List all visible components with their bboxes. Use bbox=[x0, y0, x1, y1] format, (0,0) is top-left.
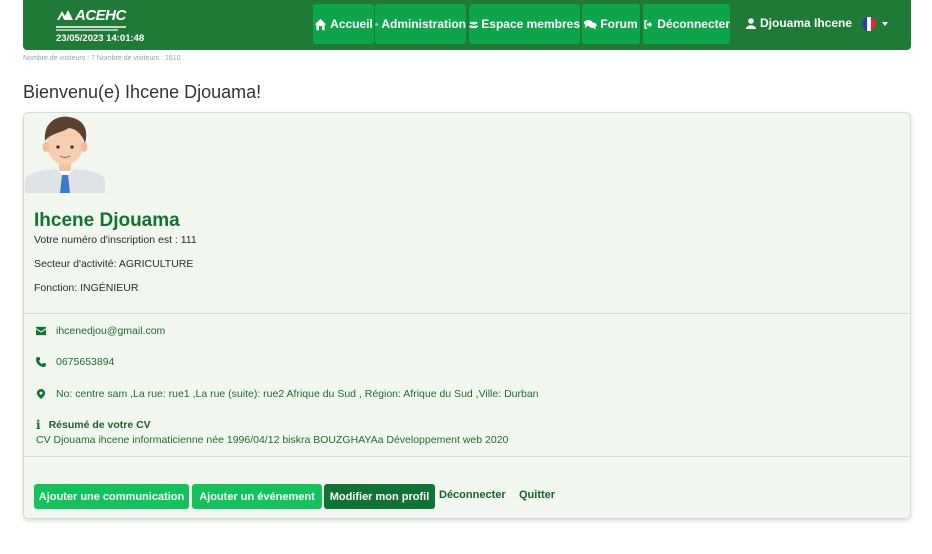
newspaper-icon bbox=[375, 22, 379, 26]
email-value: ihcenedjou@gmail.com bbox=[56, 325, 166, 337]
logo-tagline-line bbox=[56, 29, 118, 31]
nav-forum-label: Forum bbox=[600, 17, 638, 31]
user-name: Djouama Ihcene bbox=[760, 16, 853, 30]
logo-tagline-line bbox=[56, 26, 126, 28]
address-value: No: centre sam ,La rue: rue1 ,La rue (su… bbox=[56, 388, 539, 400]
nav-administration-label: Administration bbox=[381, 17, 466, 31]
avatar bbox=[25, 116, 105, 193]
edit-profile-button[interactable]: Modifier mon profil bbox=[324, 484, 435, 509]
add-communication-button[interactable]: Ajouter une communication bbox=[34, 484, 189, 509]
top-navbar: ACEHC 23/05/2023 14:01:48 Accueil Admini… bbox=[23, 0, 911, 50]
visitor-counter: Nombre de visiteurs : 7 Nombre de visite… bbox=[23, 55, 181, 62]
divider bbox=[24, 456, 910, 457]
registration-number: Votre numéro d'inscription est : 111 bbox=[34, 234, 197, 246]
logo: ACEHC bbox=[56, 6, 166, 24]
nav-members-button[interactable]: Espace membres bbox=[469, 4, 580, 44]
logo-text: ACEHC bbox=[75, 6, 126, 24]
user-menu-link[interactable]: Djouama Ihcene bbox=[746, 16, 852, 30]
nav-members-label: Espace membres bbox=[481, 17, 580, 31]
nav-home-label: Accueil bbox=[330, 17, 373, 31]
profile-full-name: Ihcene Djouama bbox=[34, 210, 180, 231]
logo-icon bbox=[57, 10, 73, 20]
french-flag-icon bbox=[862, 17, 876, 31]
nav-logout-button[interactable]: Déconnecter bbox=[643, 4, 730, 44]
phone-value: 0675653894 bbox=[56, 356, 115, 368]
sign-out-icon bbox=[644, 19, 653, 29]
divider bbox=[24, 313, 910, 314]
brand[interactable]: ACEHC 23/05/2023 14:01:48 bbox=[56, 6, 166, 46]
info-icon: i bbox=[36, 418, 41, 432]
email-row: ihcenedjou@gmail.com bbox=[36, 325, 165, 337]
phone-row: 0675653894 bbox=[36, 356, 114, 368]
cv-summary-title: Résumé de votre CV bbox=[48, 419, 151, 431]
users-icon bbox=[469, 21, 479, 28]
add-event-button[interactable]: Ajouter un événement bbox=[192, 484, 322, 509]
caret-down-icon bbox=[882, 22, 888, 26]
cv-summary-heading: i Résumé de votre CV bbox=[36, 418, 151, 432]
page-title: Bienvenu(e) Ihcene Djouama! bbox=[23, 82, 262, 102]
profile-card: Ihcene Djouama Votre numéro d'inscriptio… bbox=[23, 112, 911, 519]
phone-icon bbox=[36, 357, 46, 367]
address-row: No: centre sam ,La rue: rue1 ,La rue (su… bbox=[36, 388, 539, 400]
home-icon bbox=[314, 18, 327, 30]
nav-home-button[interactable]: Accueil bbox=[313, 4, 374, 44]
nav-administration-button[interactable]: Administration bbox=[375, 4, 466, 44]
current-datetime: 23/05/2023 14:01:48 bbox=[56, 33, 145, 44]
user-icon bbox=[746, 17, 756, 29]
nav-forum-button[interactable]: Forum bbox=[582, 4, 640, 44]
envelope-icon bbox=[36, 326, 46, 336]
cv-summary-text: CV Djouama ihcene informaticienne née 19… bbox=[36, 434, 509, 446]
map-marker-icon bbox=[36, 389, 46, 399]
quit-link[interactable]: Quitter bbox=[519, 489, 555, 501]
comments-icon bbox=[584, 19, 597, 30]
activity-sector: Secteur d'activité: AGRICULTURE bbox=[34, 258, 194, 270]
logout-link[interactable]: Déconnecter bbox=[439, 489, 506, 501]
job-function: Fonction: INGÉNIEUR bbox=[34, 282, 139, 294]
language-selector[interactable] bbox=[862, 17, 888, 31]
nav-logout-label: Déconnecter bbox=[657, 17, 730, 31]
